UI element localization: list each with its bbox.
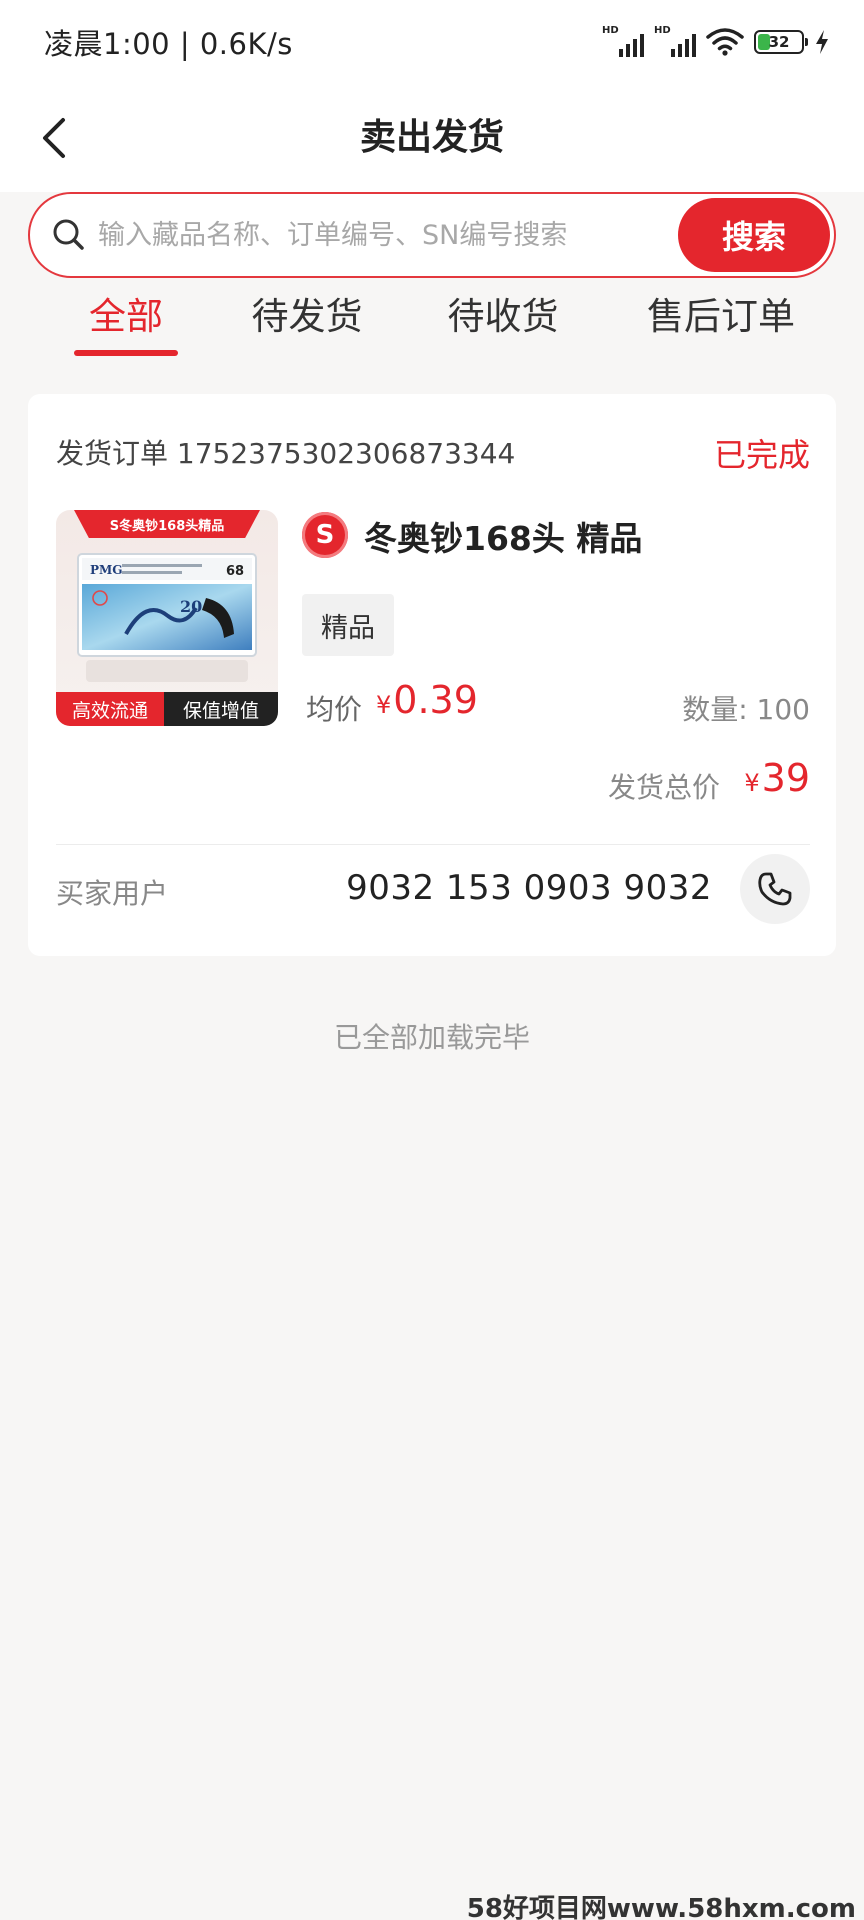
active-tab-indicator [74,350,178,356]
product-thumbnail[interactable]: S冬奥钞168头精品 PMG 68 20 高效流通 保值增值 [56,510,278,726]
battery-level: 32 [768,33,790,51]
tab-all[interactable]: 全部 [74,286,178,356]
note-value-label: 20 [180,597,202,616]
status-time: 凌晨1:00 | 0.6K/s [44,27,293,61]
signal-hd-label-2: HD [654,25,671,36]
signal-hd-label: HD [602,25,619,36]
card-brand-label: PMG [90,563,123,577]
phone-icon [758,872,792,906]
order-card[interactable]: 发货订单 1752375302306873344 已完成 S冬奥钞168头精品 … [28,394,836,956]
page-title: 卖出发货 [359,117,504,158]
end-of-list-text: 已全部加载完毕 [333,1021,530,1054]
tab-pending-shipment[interactable]: 待发货 [244,286,370,356]
average-price: ¥0.39 [376,678,478,722]
wifi-icon [706,28,744,56]
average-price-value: 0.39 [393,678,478,722]
thumbnail-banner: S冬奥钞168头精品 [74,510,260,538]
brand-icon-letter: S [315,520,335,550]
thumbnail-tag-right: 保值增值 [164,692,278,726]
average-price-label: 均价 [306,693,363,726]
signal-icon-2: HD [654,25,696,59]
call-button[interactable] [740,854,810,924]
currency-symbol: ¥ [744,769,760,797]
watermark: 58好项目网www.58hxm.com [466,1894,856,1920]
status-bar: 凌晨1:00 | 0.6K/s HD HD 32 [0,0,864,84]
total-price-value: 39 [761,756,810,800]
currency-symbol: ¥ [376,691,392,719]
order-number: 发货订单 1752375302306873344 [56,437,516,470]
brand-s-icon: S [302,512,348,558]
card-grade-label: 68 [226,564,244,579]
order-status: 已完成 [713,436,810,474]
thumbnail-tag-left: 高效流通 [56,692,164,726]
search-input[interactable] [98,208,678,262]
charging-icon [816,30,828,54]
search-button[interactable]: 搜索 [678,198,830,272]
grade-tag: 精品 [302,594,394,656]
order-tabs: 全部 待发货 待收货 售后订单 [0,286,864,356]
status-icons: HD HD 32 [602,25,830,59]
total-price-label: 发货总价 [607,771,720,804]
product-name[interactable]: 冬奥钞168头 精品 [364,512,642,560]
buyer-label: 买家用户 [56,877,169,910]
buyer-phone: 9032 153 0903 9032 [346,868,712,908]
battery-icon: 32 [754,30,808,54]
banknote-image: PMG 68 20 [77,553,257,682]
quantity: 数量: 100 [682,693,810,726]
signal-icon: HD [602,25,644,59]
nav-bar: 卖出发货 [0,84,864,192]
total-price: ¥39 [744,756,810,800]
divider [56,844,810,845]
search-bar: 搜索 [28,192,836,278]
search-icon [53,219,84,250]
tab-after-sales[interactable]: 售后订单 [640,286,802,356]
tab-pending-receipt[interactable]: 待收货 [440,286,566,356]
